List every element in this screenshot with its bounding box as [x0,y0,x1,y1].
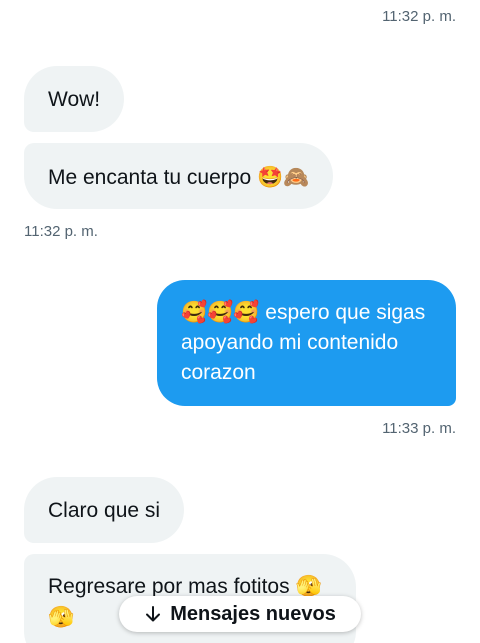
timestamp: 11:32 p. m. [24,223,98,240]
message-text: Me encanta tu cuerpo [48,166,257,189]
message-text: Claro que si [48,499,161,522]
message-text: Wow! [48,88,101,111]
emoji-peeking-face-icon: 🫣 [295,574,322,598]
chat-conversation: 11:32 p. m. Wow! Me encanta tu cuerpo 🤩🙈… [0,0,480,643]
arrow-down-icon [146,606,161,622]
message-bubble-outgoing[interactable]: 🥰🥰🥰 espero que sigas apoyando mi conteni… [157,280,456,406]
message-bubble-incoming[interactable]: Claro que si [24,477,185,543]
timestamp: 11:32 p. m. [382,8,456,25]
new-messages-label: Mensajes nuevos [170,602,336,625]
message-bubble-incoming[interactable]: Wow! [24,66,125,132]
emoji-star-struck-icon: 🤩🙈 [256,165,310,189]
message-bubble-incoming[interactable]: Me encanta tu cuerpo 🤩🙈 [24,143,334,209]
emoji-peeking-face-icon: 🫣 [48,605,75,629]
timestamp: 11:33 p. m. [382,420,456,437]
emoji-smiling-hearts-icon: 🥰🥰🥰 [181,300,260,324]
message-text: Regresare por mas fotitos [48,575,296,598]
new-messages-button[interactable]: Mensajes nuevos [119,596,361,632]
